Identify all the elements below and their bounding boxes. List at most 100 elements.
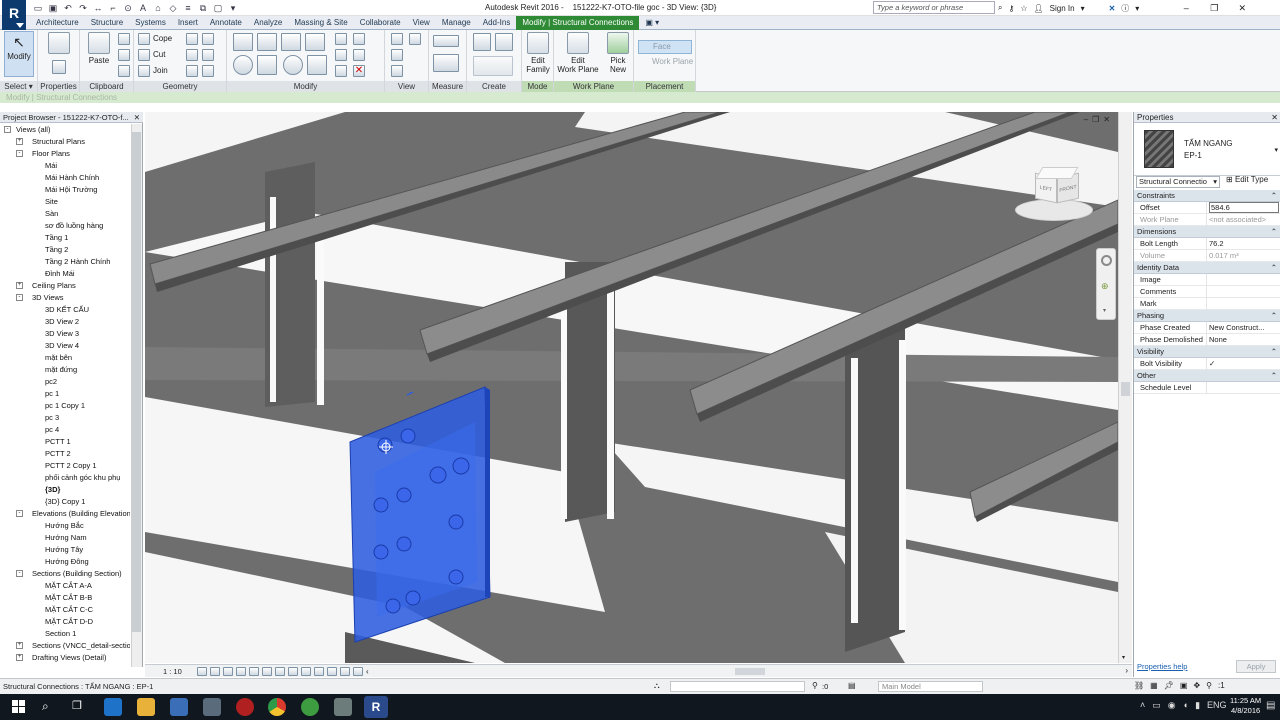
- property-group-header[interactable]: Constraints ⌃: [1134, 190, 1280, 202]
- tree-item[interactable]: Mái Hội Trường: [45, 184, 97, 195]
- crop-view-icon[interactable]: [262, 667, 272, 676]
- viewport-horizontal-thumb[interactable]: [735, 668, 765, 675]
- help-search-input[interactable]: Type a keyword or phrase: [873, 1, 995, 14]
- tree-item[interactable]: Mái Hành Chính: [45, 172, 99, 183]
- tree-item[interactable]: MẶT CẮT D-D: [45, 616, 93, 627]
- 3d-viewport[interactable]: –❐✕ LEFT FRONT ⊕ ▾: [145, 112, 1118, 663]
- collapse-icon[interactable]: ⌃: [1271, 370, 1277, 382]
- tray-app-icon[interactable]: ◉: [1168, 700, 1176, 711]
- property-row[interactable]: Comments: [1134, 286, 1280, 298]
- property-value[interactable]: None: [1209, 334, 1227, 346]
- property-value[interactable]: New Construct...: [1209, 322, 1264, 334]
- edit-type-button[interactable]: ⊞ Edit Type: [1226, 175, 1268, 184]
- instance-filter-select[interactable]: Structural Connectio ▾: [1136, 176, 1220, 188]
- collapse-icon[interactable]: ⌃: [1271, 262, 1277, 274]
- nav-dropdown-icon[interactable]: ▾: [1103, 307, 1106, 314]
- tree-expander-icon[interactable]: -: [16, 510, 23, 517]
- tree-item[interactable]: pc 3: [45, 412, 59, 423]
- app-red-icon[interactable]: [236, 698, 254, 716]
- cut-scissors-icon[interactable]: [118, 33, 130, 45]
- tree-expander-icon[interactable]: -: [16, 570, 23, 577]
- file-explorer-icon[interactable]: [137, 698, 155, 716]
- tab-structure[interactable]: Structure: [85, 16, 129, 30]
- property-group-header[interactable]: Other ⌃: [1134, 370, 1280, 382]
- move-icon[interactable]: [233, 55, 253, 75]
- property-group-header[interactable]: Dimensions ⌃: [1134, 226, 1280, 238]
- join-label[interactable]: Join: [153, 66, 168, 75]
- filter-status-icon[interactable]: ⚲: [1206, 681, 1212, 690]
- dropdown-icon[interactable]: ▾: [1081, 4, 1085, 13]
- switch-windows-icon[interactable]: ▢: [212, 2, 224, 14]
- scroll-down-icon[interactable]: ▾: [1122, 654, 1125, 661]
- tab-annotate[interactable]: Annotate: [204, 16, 248, 30]
- help-dropdown-icon[interactable]: ▾: [1135, 4, 1139, 13]
- property-value[interactable]: 584.6: [1209, 202, 1279, 213]
- tree-item[interactable]: Site: [45, 196, 58, 207]
- pin-icon[interactable]: [335, 65, 347, 77]
- tree-item[interactable]: phối cảnh góc khu phụ: [45, 472, 120, 483]
- panel-select-label[interactable]: Select ▾: [0, 81, 37, 92]
- linework-icon[interactable]: [391, 49, 403, 61]
- create-group-icon[interactable]: [473, 56, 513, 76]
- property-row[interactable]: Image: [1134, 274, 1280, 286]
- notifications-icon[interactable]: ▤: [1266, 700, 1275, 711]
- tree-item[interactable]: pc 4: [45, 424, 59, 435]
- mirror-draw-axis-icon[interactable]: [305, 33, 325, 51]
- tree-item[interactable]: PCTT 2: [45, 448, 71, 459]
- section-icon[interactable]: ◇: [167, 2, 179, 14]
- highlight-displacement-icon[interactable]: [340, 667, 350, 676]
- create-parts-icon[interactable]: [495, 33, 513, 51]
- help-icon[interactable]: ⓘ: [1121, 3, 1129, 14]
- align-icon[interactable]: [233, 33, 253, 51]
- tree-expander-icon[interactable]: +: [16, 642, 23, 649]
- open-icon[interactable]: ▭: [32, 2, 44, 14]
- view-close-icon[interactable]: ✕: [1103, 115, 1114, 124]
- beam-join-icon[interactable]: [186, 65, 198, 77]
- tree-expander-icon[interactable]: -: [4, 126, 11, 133]
- copy-element-icon[interactable]: [257, 55, 277, 75]
- mirror-pick-axis-icon[interactable]: [281, 33, 301, 51]
- tree-item[interactable]: pc 1 Copy 1: [45, 400, 85, 411]
- project-browser-scroll-thumb[interactable]: [132, 132, 141, 632]
- customize-qat-icon[interactable]: ▾: [227, 2, 239, 14]
- shadows-icon[interactable]: [236, 667, 246, 676]
- property-group-header[interactable]: Identity Data ⌃: [1134, 262, 1280, 274]
- property-value[interactable]: ✓: [1209, 358, 1215, 370]
- demolish-icon[interactable]: [202, 49, 214, 61]
- type-dropdown-icon[interactable]: ▾: [1274, 146, 1278, 154]
- tab-analyze[interactable]: Analyze: [248, 16, 288, 30]
- render-icon[interactable]: [249, 667, 259, 676]
- task-view-icon[interactable]: ❐: [72, 699, 82, 712]
- analytical-model-icon[interactable]: [327, 667, 337, 676]
- tree-item[interactable]: Elevations (Building Elevation): [32, 508, 130, 519]
- select-pinned-icon[interactable]: 📌︎: [1164, 681, 1174, 690]
- property-row[interactable]: Offset 584.6: [1134, 202, 1280, 214]
- structural-model-scene[interactable]: [145, 112, 1118, 663]
- tree-item[interactable]: {3D} Copy 1: [45, 496, 85, 507]
- tray-volume-icon[interactable]: ◖: [1183, 700, 1188, 711]
- tree-item[interactable]: 3D KẾT CẤU: [45, 304, 89, 315]
- tree-item[interactable]: PCTT 1: [45, 436, 71, 447]
- face-placement-button[interactable]: Face: [638, 40, 692, 54]
- aligned-dimension-icon[interactable]: ⌐: [107, 2, 119, 14]
- view-minimize-icon[interactable]: –: [1084, 115, 1092, 124]
- show-crop-icon[interactable]: [275, 667, 285, 676]
- tree-item[interactable]: Tầng 1: [45, 232, 68, 243]
- cut-geometry-icon[interactable]: [138, 49, 150, 61]
- tab-collaborate[interactable]: Collaborate: [354, 16, 407, 30]
- split-gap-icon[interactable]: [353, 33, 365, 45]
- delete-icon[interactable]: ✕: [353, 65, 365, 77]
- measure-icon[interactable]: ↔: [92, 2, 104, 14]
- hide-in-view-icon[interactable]: [391, 33, 403, 45]
- ribbon-minimize-icon[interactable]: ▣ ▾: [639, 16, 665, 30]
- tag-icon[interactable]: ⊙: [122, 2, 134, 14]
- cut-label[interactable]: Cut: [153, 50, 165, 59]
- close-hidden-icon[interactable]: ⧉: [197, 2, 209, 14]
- steering-wheel-icon[interactable]: [1101, 255, 1112, 266]
- tree-item[interactable]: Sections (Building Section): [32, 568, 122, 579]
- tree-item[interactable]: 3D View 4: [45, 340, 79, 351]
- view-restore-icon[interactable]: ❐: [1092, 115, 1103, 124]
- tree-item[interactable]: Ceiling Plans: [32, 280, 76, 291]
- property-row[interactable]: Phase Created New Construct...: [1134, 322, 1280, 334]
- viewport-vertical-scrollbar[interactable]: ▾: [1118, 112, 1132, 663]
